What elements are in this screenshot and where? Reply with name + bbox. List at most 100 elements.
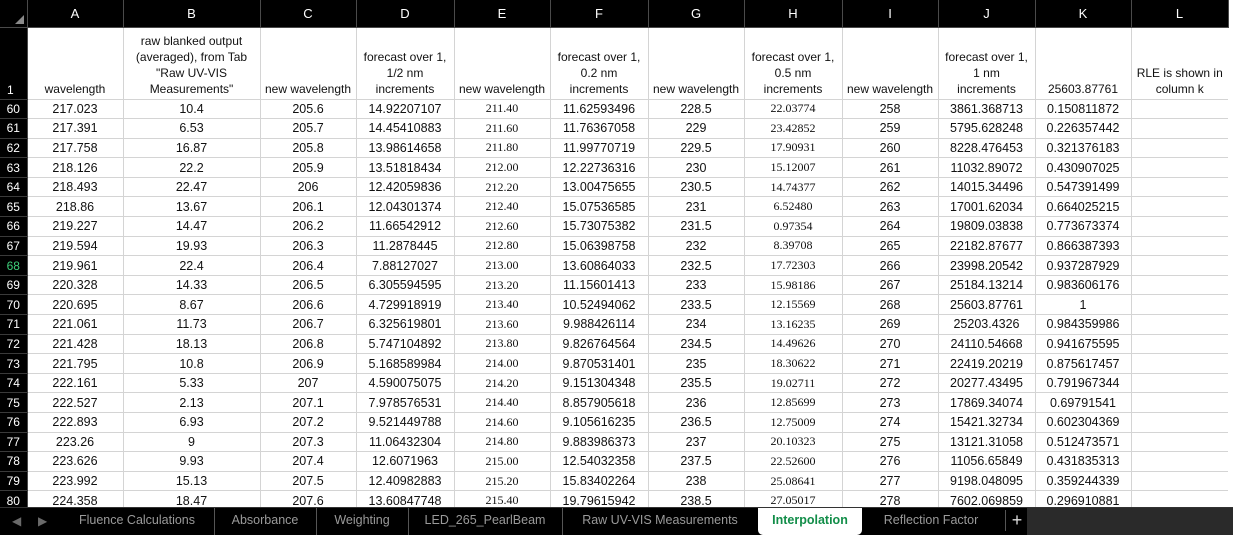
cell-b[interactable]: 6.53 — [123, 118, 261, 139]
cell-h[interactable]: 18.30622 — [744, 353, 843, 374]
cell-l[interactable] — [1131, 314, 1228, 335]
cell-k[interactable]: 1 — [1035, 294, 1132, 316]
cell-e[interactable]: 215.40 — [454, 490, 551, 507]
cell-l[interactable] — [1131, 99, 1228, 120]
cell-d[interactable]: 11.06432304 — [356, 432, 455, 453]
cell-g[interactable]: 229 — [648, 118, 745, 139]
cell-h[interactable]: 14.74377 — [744, 177, 843, 198]
cell-k[interactable]: 0.984359986 — [1035, 314, 1132, 335]
cell-c[interactable]: 205.9 — [260, 157, 357, 178]
cell-j[interactable]: 14015.34496 — [938, 177, 1036, 198]
row-number[interactable]: 68 — [0, 255, 28, 276]
cell-g[interactable]: 229.5 — [648, 138, 745, 159]
cell-f[interactable]: 15.06398758 — [550, 236, 649, 257]
cell-i[interactable]: 258 — [842, 99, 939, 120]
cell-e[interactable]: 212.40 — [454, 196, 551, 218]
cell-j[interactable]: 22182.87677 — [938, 236, 1036, 257]
cell-a[interactable]: 222.161 — [27, 373, 124, 394]
cell-h[interactable]: 0.97354 — [744, 216, 843, 237]
cell-l[interactable] — [1131, 216, 1228, 237]
cell-e[interactable]: 213.80 — [454, 334, 551, 355]
cell-l[interactable] — [1131, 118, 1228, 139]
cell-g[interactable]: 236.5 — [648, 412, 745, 433]
cell-k[interactable]: 0.359244339 — [1035, 471, 1132, 492]
column-header-c[interactable]: C — [260, 0, 357, 28]
cell-b[interactable]: 14.33 — [123, 275, 261, 296]
cell-h[interactable]: 23.42852 — [744, 118, 843, 139]
cell-j[interactable]: 7602.069859 — [938, 490, 1036, 507]
cell-d[interactable]: 4.729918919 — [356, 294, 455, 316]
row-number[interactable]: 64 — [0, 177, 28, 198]
cell-g[interactable]: 233.5 — [648, 294, 745, 316]
cell-l[interactable] — [1131, 451, 1228, 472]
cell-j[interactable]: 20277.43495 — [938, 373, 1036, 394]
cell-f[interactable]: 13.60864033 — [550, 255, 649, 276]
cell-l[interactable] — [1131, 294, 1228, 316]
cell-g[interactable]: 234.5 — [648, 334, 745, 355]
cell-h[interactable]: 22.03774 — [744, 99, 843, 120]
cell-i[interactable]: 264 — [842, 216, 939, 237]
cell-c[interactable]: 205.6 — [260, 99, 357, 120]
row-number[interactable]: 61 — [0, 118, 28, 139]
cell-c[interactable]: 205.7 — [260, 118, 357, 139]
cell-f[interactable]: 11.99770719 — [550, 138, 649, 159]
cell-f[interactable]: 19.79615942 — [550, 490, 649, 507]
cell-c[interactable]: 206.1 — [260, 196, 357, 218]
cell-f[interactable]: 8.857905618 — [550, 392, 649, 413]
cell-l[interactable] — [1131, 373, 1228, 394]
cell-a[interactable]: 221.061 — [27, 314, 124, 335]
cell-g[interactable]: 235 — [648, 353, 745, 374]
cell-a[interactable]: 217.758 — [27, 138, 124, 159]
cell-i[interactable]: 268 — [842, 294, 939, 316]
cell-a[interactable]: 223.992 — [27, 471, 124, 492]
row-number[interactable]: 70 — [0, 294, 28, 316]
cell-f[interactable]: 9.826764564 — [550, 334, 649, 355]
cell-a[interactable]: 218.126 — [27, 157, 124, 178]
cell-a[interactable]: 220.328 — [27, 275, 124, 296]
cell-l[interactable] — [1131, 412, 1228, 433]
row-number[interactable]: 65 — [0, 196, 28, 218]
cell-i[interactable]: 270 — [842, 334, 939, 355]
cell-b[interactable]: 18.13 — [123, 334, 261, 355]
cell-e[interactable]: 213.20 — [454, 275, 551, 296]
cell-j[interactable]: 17001.62034 — [938, 196, 1036, 218]
cell-b[interactable]: 14.47 — [123, 216, 261, 237]
cell-b[interactable]: 22.2 — [123, 157, 261, 178]
cell-f[interactable]: 12.22736316 — [550, 157, 649, 178]
sheet-tab-reflection-factor[interactable]: Reflection Factor — [862, 508, 1000, 535]
cell-i[interactable]: 275 — [842, 432, 939, 453]
cell-b[interactable]: 16.87 — [123, 138, 261, 159]
cell-k[interactable]: 0.226357442 — [1035, 118, 1132, 139]
row-number[interactable]: 77 — [0, 432, 28, 453]
row-number[interactable]: 72 — [0, 334, 28, 355]
cell-e[interactable]: 213.40 — [454, 294, 551, 316]
cell-b[interactable]: 13.67 — [123, 196, 261, 218]
cell-e[interactable]: 212.60 — [454, 216, 551, 237]
cell-d[interactable]: 12.40982883 — [356, 471, 455, 492]
row-number[interactable]: 66 — [0, 216, 28, 237]
cell-b[interactable]: 5.33 — [123, 373, 261, 394]
cell-d[interactable]: 11.2878445 — [356, 236, 455, 257]
cell-k[interactable]: 0.430907025 — [1035, 157, 1132, 178]
cell-j[interactable]: 19809.03838 — [938, 216, 1036, 237]
cell-g[interactable]: 236 — [648, 392, 745, 413]
cell-k[interactable]: 0.69791541 — [1035, 392, 1132, 413]
cell-b[interactable]: 10.8 — [123, 353, 261, 374]
column-header-f[interactable]: F — [550, 0, 649, 28]
cell-d[interactable]: 4.590075075 — [356, 373, 455, 394]
cell-i[interactable]: 259 — [842, 118, 939, 139]
row-number[interactable]: 1 — [0, 27, 28, 100]
cell-j[interactable]: 5795.628248 — [938, 118, 1036, 139]
cell-g[interactable]: 232 — [648, 236, 745, 257]
cell-c[interactable]: 206 — [260, 177, 357, 198]
cell-f[interactable]: 9.105616235 — [550, 412, 649, 433]
cell-i[interactable]: 273 — [842, 392, 939, 413]
cell-f[interactable]: 15.07536585 — [550, 196, 649, 218]
cell-e[interactable]: 211.80 — [454, 138, 551, 159]
sheet-tab-led-265-pearlbeam[interactable]: LED_265_PearlBeam — [408, 508, 563, 535]
cell-g[interactable]: 232.5 — [648, 255, 745, 276]
select-all-corner[interactable] — [0, 0, 28, 28]
cell-i[interactable]: 277 — [842, 471, 939, 492]
cell-l[interactable] — [1131, 196, 1228, 218]
cell-b[interactable]: 8.67 — [123, 294, 261, 316]
